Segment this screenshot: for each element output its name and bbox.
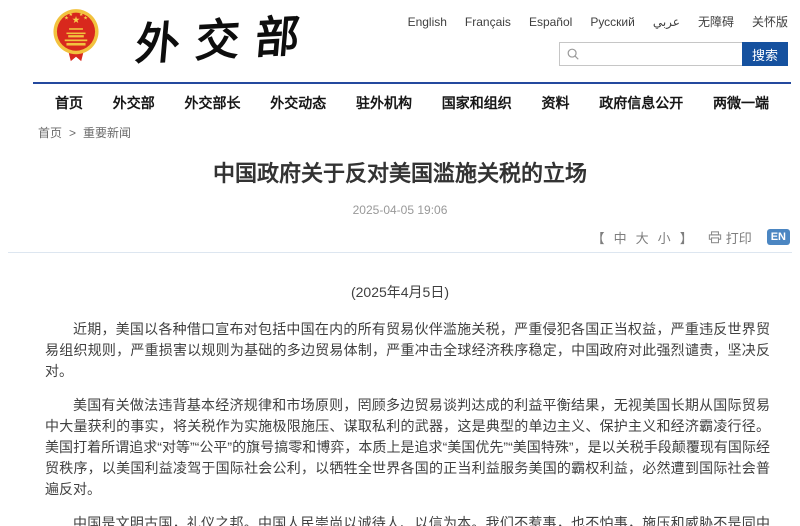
language-link[interactable]: Français xyxy=(465,15,511,29)
nav-item[interactable]: 外交动态 xyxy=(270,93,326,113)
language-link[interactable]: عربي xyxy=(653,15,680,29)
font-size-option[interactable]: 中 xyxy=(614,228,627,247)
svg-text:★: ★ xyxy=(68,12,73,18)
article: 中国政府关于反对美国滥施关税的立场 2025-04-05 19:06 【 中大小… xyxy=(0,150,800,526)
nav-item[interactable]: 外交部 xyxy=(113,93,155,113)
language-link[interactable]: Русский xyxy=(590,15,635,29)
nav-item[interactable]: 首页 xyxy=(55,93,83,113)
site-brand[interactable]: ★ ★ ★ ★ ★ 外交部 xyxy=(50,5,316,67)
en-language-button[interactable]: EN xyxy=(767,229,790,245)
print-label: 打印 xyxy=(726,228,752,247)
breadcrumb-current[interactable]: 重要新闻 xyxy=(83,124,131,141)
font-size-bracket-close: 】 xyxy=(680,228,693,247)
national-emblem-icon: ★ ★ ★ ★ ★ xyxy=(50,6,102,66)
page: ★ ★ ★ ★ ★ 外交部 English Français Español Русс… xyxy=(0,0,800,526)
article-paragraph: 近期，美国以各种借口宣布对包括中国在内的所有贸易伙伴滥施关税，严重侵犯各国正当权… xyxy=(45,319,770,382)
font-size-option[interactable]: 小 xyxy=(658,228,671,247)
nav-item[interactable]: 国家和组织 xyxy=(442,93,512,113)
nav-item[interactable]: 两微一端 xyxy=(713,93,769,113)
breadcrumb-home-link[interactable]: 首页 xyxy=(38,124,62,141)
article-paragraph: 中国是文明古国，礼仪之邦。中国人民崇尚以诚待人、以信为本。我们不惹事，也不怕事，… xyxy=(45,513,770,526)
font-size-option[interactable]: 大 xyxy=(636,228,649,247)
language-bar: English Français Español Русский عربي 无障碍 关怀版 xyxy=(408,13,788,30)
font-size-options: 中大小 xyxy=(614,228,671,247)
search-bar: 搜索 xyxy=(559,42,788,66)
article-title: 中国政府关于反对美国滥施关税的立场 xyxy=(40,158,760,190)
search-input[interactable] xyxy=(580,46,736,62)
article-body: 近期，美国以各种借口宣布对包括中国在内的所有贸易伙伴滥施关税，严重侵犯各国正当权… xyxy=(45,319,770,526)
article-paragraph: 美国有关做法违背基本经济规律和市场原则，罔顾多边贸易谈判达成的利益平衡结果，无视… xyxy=(45,395,770,500)
font-size-controls: 【 中大小 】 xyxy=(592,228,693,247)
article-datetime: 2025-04-05 19:06 xyxy=(0,203,800,217)
nav-item[interactable]: 资料 xyxy=(542,93,570,113)
font-size-bracket-open: 【 xyxy=(592,228,605,247)
print-button[interactable]: 打印 xyxy=(708,228,752,247)
breadcrumb: 首页 > 重要新闻 xyxy=(38,124,131,141)
article-toolbar: 【 中大小 】 打印 EN xyxy=(0,228,790,246)
language-link[interactable]: English xyxy=(408,15,447,29)
breadcrumb-separator: > xyxy=(69,126,76,140)
nav-item[interactable]: 政府信息公开 xyxy=(599,93,683,113)
toolbar-divider xyxy=(8,252,792,253)
nav-item[interactable]: 驻外机构 xyxy=(356,93,412,113)
nav-item[interactable]: 外交部长 xyxy=(185,93,241,113)
article-dateline: (2025年4月5日) xyxy=(0,284,800,300)
search-icon xyxy=(566,47,580,61)
svg-text:★: ★ xyxy=(83,16,88,22)
ministry-calligraphy-title: 外交部 xyxy=(133,0,318,73)
language-link[interactable]: 无障碍 xyxy=(698,13,734,30)
search-button[interactable]: 搜索 xyxy=(742,42,788,66)
language-link[interactable]: 关怀版 xyxy=(752,13,788,30)
main-nav: 首页 外交部 外交部长 外交动态 驻外机构 国家和组织 资料 政府信息公开 两微一端 xyxy=(33,82,791,113)
search-box[interactable] xyxy=(559,42,742,66)
printer-icon xyxy=(708,231,722,244)
language-link[interactable]: Español xyxy=(529,15,572,29)
